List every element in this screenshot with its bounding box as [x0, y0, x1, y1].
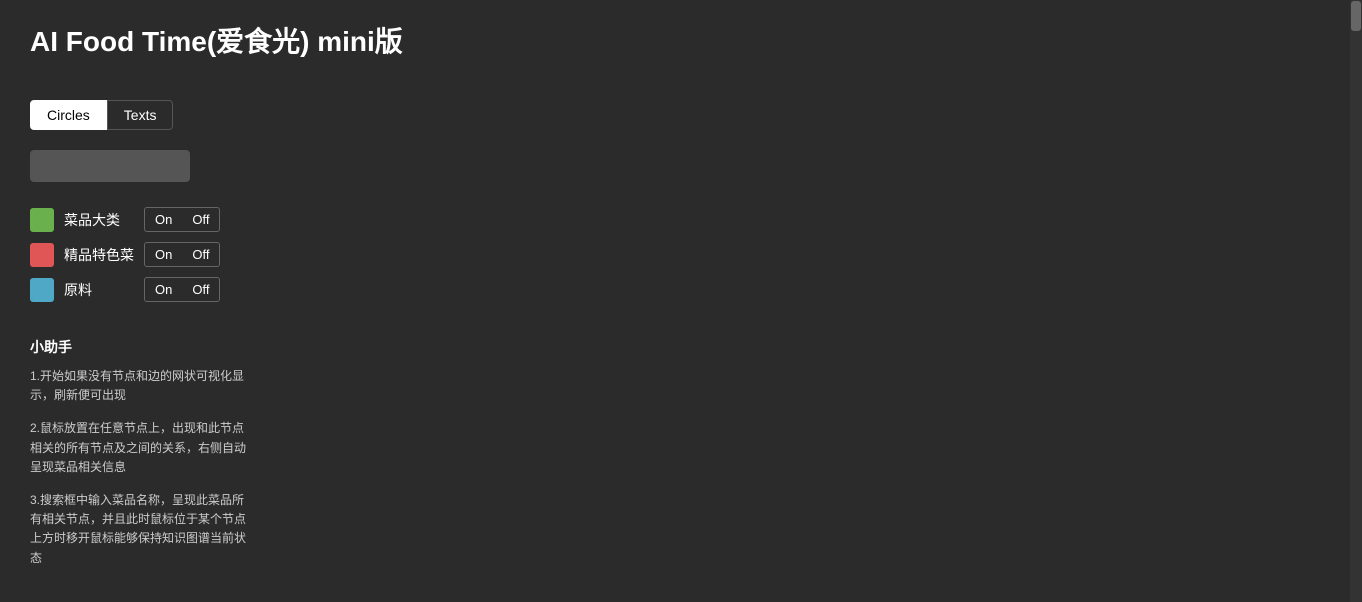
toggle-group-ingredient: On Off — [144, 277, 220, 302]
legend-item-category: 菜品大类 On Off — [30, 207, 1332, 232]
legend-item-ingredient: 原料 On Off — [30, 277, 1332, 302]
helper-item-0: 1.开始如果没有节点和边的网状可视化显示，刷新便可出现 — [30, 367, 250, 405]
app-container: AI Food Time(爱食光) mini版 Circles Texts 菜品… — [0, 0, 1362, 602]
legend-section: 菜品大类 On Off 精品特色菜 On Off 原料 On Off — [0, 202, 1362, 327]
legend-label-category: 菜品大类 — [64, 210, 134, 230]
legend-color-ingredient — [30, 278, 54, 302]
tab-texts[interactable]: Texts — [107, 100, 174, 130]
legend-label-ingredient: 原料 — [64, 280, 134, 300]
search-bar-container — [0, 140, 1362, 202]
scrollbar[interactable] — [1350, 0, 1362, 602]
toggle-on-category[interactable]: On — [145, 208, 182, 231]
tab-circles[interactable]: Circles — [30, 100, 107, 130]
toggle-group-featured: On Off — [144, 242, 220, 267]
helper-item-1: 2.鼠标放置在任意节点上，出现和此节点相关的所有节点及之间的关系，右侧自动呈现菜… — [30, 419, 250, 477]
legend-color-category — [30, 208, 54, 232]
search-input[interactable] — [30, 150, 190, 182]
legend-item-featured: 精品特色菜 On Off — [30, 242, 1332, 267]
legend-color-featured — [30, 243, 54, 267]
toggle-on-ingredient[interactable]: On — [145, 278, 182, 301]
helper-section: 小助手 1.开始如果没有节点和边的网状可视化显示，刷新便可出现 2.鼠标放置在任… — [0, 327, 1362, 602]
app-title: AI Food Time(爱食光) mini版 — [0, 0, 1362, 100]
toggle-on-featured[interactable]: On — [145, 243, 182, 266]
legend-label-featured: 精品特色菜 — [64, 245, 134, 265]
toggle-off-featured[interactable]: Off — [182, 243, 219, 266]
helper-item-2: 3.搜索框中输入菜品名称，呈现此菜品所有相关节点，并且此时鼠标位于某个节点上方时… — [30, 491, 250, 568]
toggle-off-category[interactable]: Off — [182, 208, 219, 231]
scrollbar-thumb[interactable] — [1351, 1, 1361, 31]
tabs-container: Circles Texts — [0, 100, 1362, 130]
toggle-off-ingredient[interactable]: Off — [182, 278, 219, 301]
helper-title: 小助手 — [30, 337, 1332, 357]
toggle-group-category: On Off — [144, 207, 220, 232]
